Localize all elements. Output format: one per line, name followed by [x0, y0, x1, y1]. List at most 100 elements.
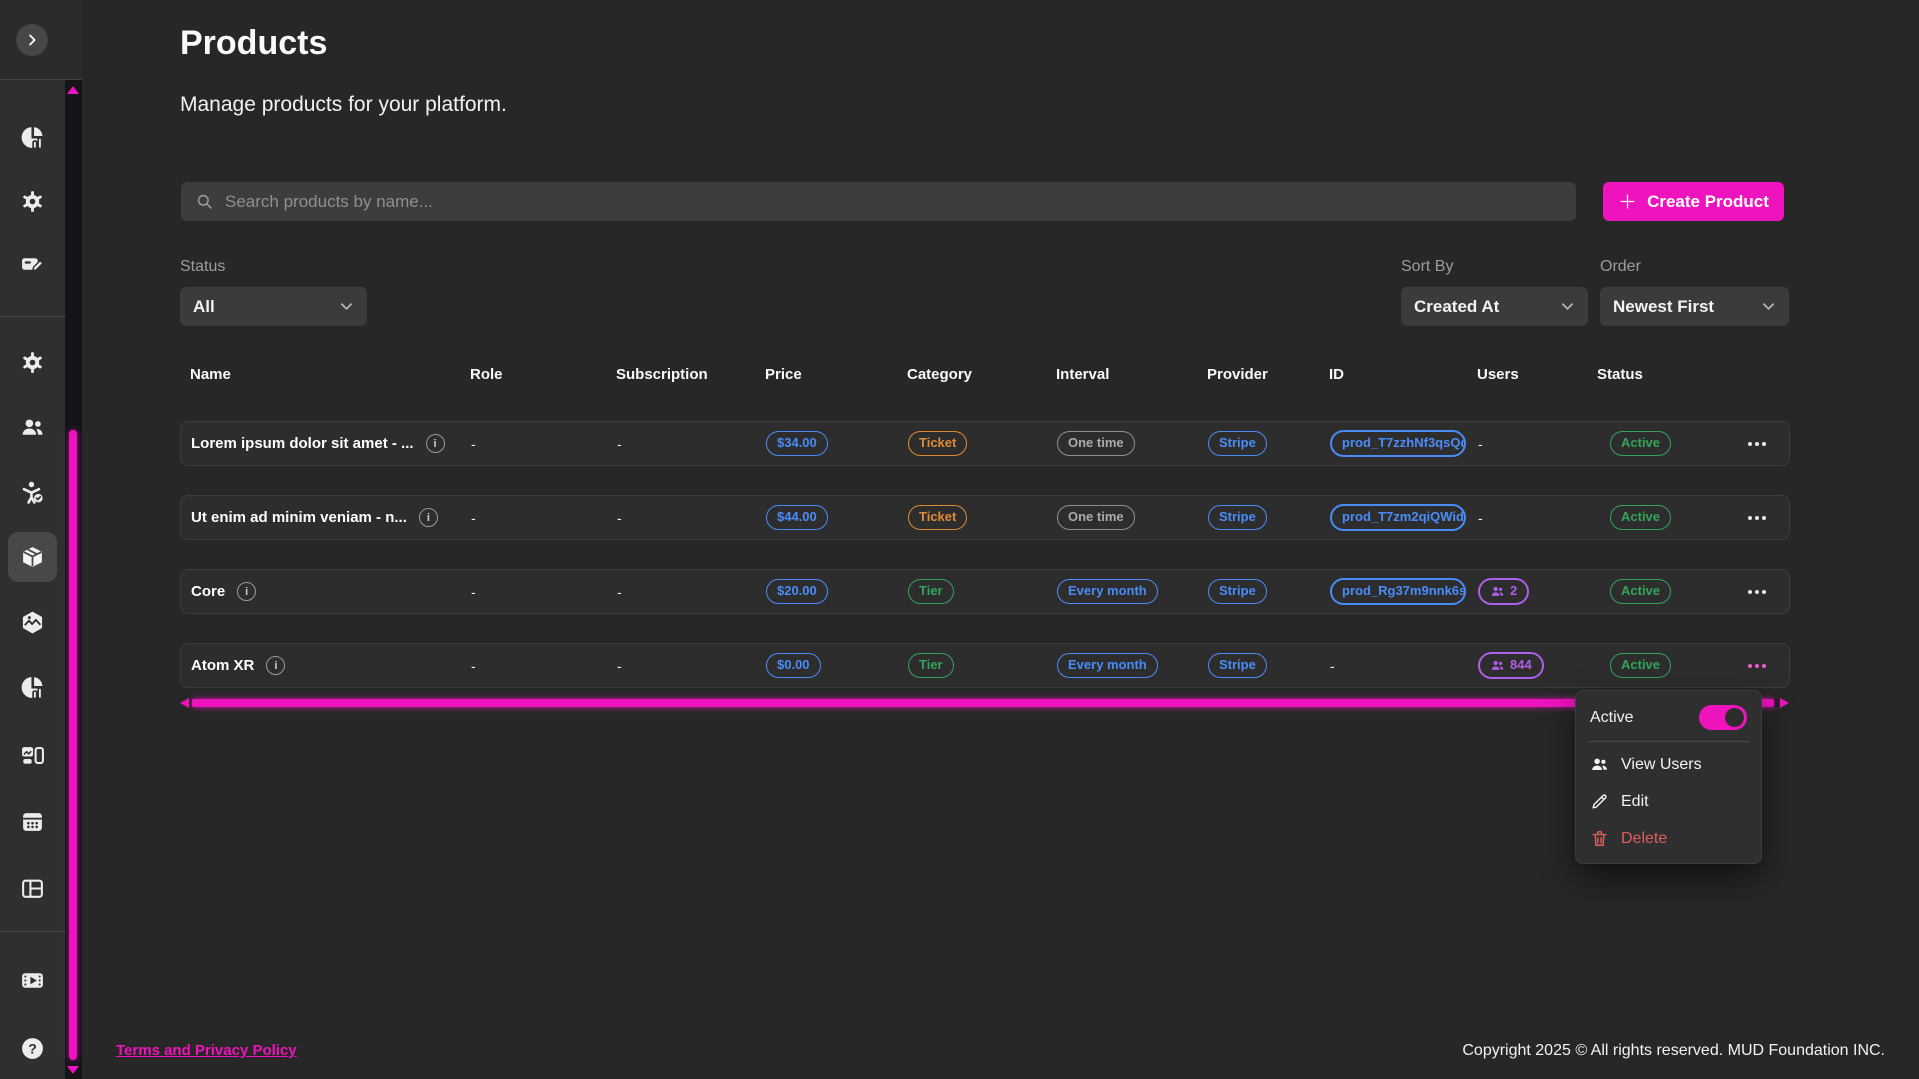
sort-by-label: Sort By: [1401, 258, 1453, 276]
product-id-value: -: [1330, 658, 1478, 674]
status-filter-dropdown[interactable]: All: [180, 287, 367, 326]
person-check-icon: [20, 480, 45, 505]
sort-by-dropdown[interactable]: Created At: [1401, 287, 1588, 326]
sort-by-value: Created At: [1414, 297, 1499, 317]
scroll-right-arrow[interactable]: [1780, 698, 1789, 708]
layout-panel-icon: [20, 876, 45, 901]
sidebar-item-products[interactable]: [8, 532, 57, 582]
product-name: Lorem ipsum dolor sit amet - ...: [191, 435, 414, 452]
sidebar-item-reports[interactable]: [8, 666, 57, 708]
provider-badge: Stripe: [1208, 431, 1267, 455]
users-badge[interactable]: 844: [1478, 652, 1544, 678]
subscription-value: -: [617, 510, 766, 526]
horizontal-scrollbar: [180, 695, 1790, 711]
active-toggle[interactable]: [1699, 705, 1747, 730]
sidebar-item-settings[interactable]: [8, 180, 57, 222]
category-badge: Tier: [908, 579, 954, 603]
status-badge: Active: [1610, 505, 1671, 529]
help-icon: ?: [20, 1036, 45, 1061]
column-header-category: Category: [907, 366, 1056, 383]
category-badge: Ticket: [908, 431, 967, 455]
delete-menu-item[interactable]: Delete: [1576, 820, 1761, 857]
sidebar-divider: [0, 316, 65, 317]
sidebar-scrollbar-thumb[interactable]: [69, 430, 77, 1060]
create-product-button[interactable]: Create Product: [1603, 182, 1784, 221]
provider-badge: Stripe: [1208, 579, 1267, 603]
film-play-icon: [20, 968, 45, 993]
product-id-badge[interactable]: prod_Rg37m9nnk6s: [1330, 578, 1466, 604]
search-bar: [181, 182, 1576, 221]
sidebar-item-layouts[interactable]: [8, 867, 57, 909]
edit-menu-item[interactable]: Edit: [1576, 783, 1761, 820]
sidebar-scroll-up-arrow[interactable]: [67, 86, 79, 94]
users-icon: [1490, 584, 1505, 599]
price-badge: $0.00: [766, 653, 821, 677]
sidebar-item-users[interactable]: [8, 406, 57, 448]
role-value: -: [471, 584, 617, 600]
sidebar-item-events[interactable]: [8, 800, 57, 842]
chevron-down-icon: [1560, 299, 1575, 314]
trash-icon: [1590, 829, 1609, 848]
status-badge: Active: [1610, 653, 1671, 677]
column-header-name: Name: [180, 366, 470, 383]
row-menu-button[interactable]: [1742, 584, 1772, 600]
column-header-price: Price: [765, 366, 907, 383]
provider-badge: Stripe: [1208, 653, 1267, 677]
sidebar-expand-button[interactable]: [16, 24, 48, 56]
plus-icon: [1618, 192, 1637, 211]
package-box-icon: [20, 545, 45, 570]
sidebar-item-help[interactable]: ?: [8, 1027, 57, 1069]
row-menu-button[interactable]: [1742, 658, 1772, 674]
view-users-menu-item[interactable]: View Users: [1576, 746, 1761, 783]
sidebar-item-pages[interactable]: [8, 734, 57, 776]
product-name: Ut enim ad minim veniam - n...: [191, 509, 407, 526]
search-icon: [195, 192, 214, 211]
toggle-knob: [1725, 708, 1744, 727]
pencil-icon: [1590, 792, 1609, 811]
category-badge: Ticket: [908, 505, 967, 529]
search-input[interactable]: [225, 192, 1562, 212]
horizontal-scrollbar-thumb[interactable]: [192, 699, 1774, 707]
sidebar-item-approvals[interactable]: [8, 471, 57, 513]
product-name: Atom XR: [191, 657, 254, 674]
row-menu-button[interactable]: [1742, 436, 1772, 452]
order-value: Newest First: [1613, 297, 1714, 317]
sidebar-item-media[interactable]: [8, 601, 57, 643]
interval-badge: Every month: [1057, 579, 1158, 603]
column-header-interval: Interval: [1056, 366, 1207, 383]
category-badge: Tier: [908, 653, 954, 677]
sidebar-scroll-down-arrow[interactable]: [67, 1066, 79, 1074]
role-value: -: [471, 510, 617, 526]
users-badge[interactable]: 2: [1478, 578, 1529, 604]
info-icon[interactable]: [266, 656, 285, 675]
order-dropdown[interactable]: Newest First: [1600, 287, 1789, 326]
product-id-badge[interactable]: prod_T7zm2qiQWid: [1330, 504, 1466, 530]
info-icon[interactable]: [419, 508, 438, 527]
price-badge: $44.00: [766, 505, 828, 529]
sidebar-item-analytics[interactable]: [8, 116, 57, 158]
role-value: -: [471, 436, 617, 452]
info-icon[interactable]: [237, 582, 256, 601]
sidebar-item-videos[interactable]: [8, 959, 57, 1001]
subscription-value: -: [617, 658, 766, 674]
menu-divider: [1588, 741, 1749, 742]
terms-privacy-link[interactable]: Terms and Privacy Policy: [116, 1042, 297, 1059]
info-icon[interactable]: [426, 434, 445, 453]
table-row: Atom XR - - $0.00 Tier Every month Strip…: [180, 643, 1790, 688]
sidebar-item-billing[interactable]: [8, 243, 57, 285]
table-row: Ut enim ad minim veniam - n... - - $44.0…: [180, 495, 1790, 540]
status-filter-value: All: [193, 297, 215, 317]
row-menu-button[interactable]: [1742, 510, 1772, 526]
scroll-left-arrow[interactable]: [180, 698, 189, 708]
users-value: -: [1478, 510, 1598, 526]
calendar-icon: [20, 809, 45, 834]
status-badge: Active: [1610, 579, 1671, 603]
column-header-status: Status: [1597, 366, 1723, 383]
product-name: Core: [191, 583, 225, 600]
column-header-role: Role: [470, 366, 616, 383]
price-badge: $20.00: [766, 579, 828, 603]
order-label: Order: [1600, 258, 1641, 276]
sidebar-item-preferences[interactable]: [8, 341, 57, 383]
price-badge: $34.00: [766, 431, 828, 455]
product-id-badge[interactable]: prod_T7zzhNf3qsQd: [1330, 430, 1466, 456]
